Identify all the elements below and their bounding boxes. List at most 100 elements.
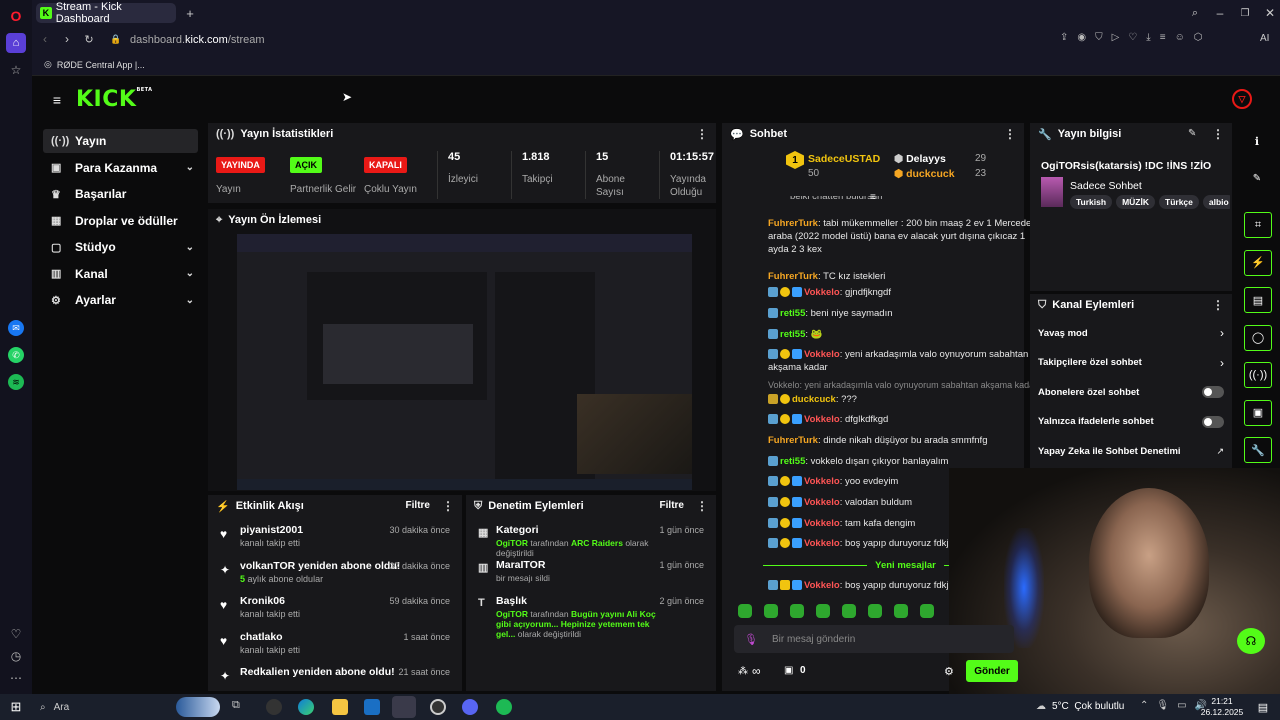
sidebar-item-1[interactable]: ▣ Para Kazanma ⌄: [43, 156, 198, 180]
star-icon[interactable]: ☆: [8, 62, 24, 78]
toggle-switch[interactable]: [1202, 386, 1224, 398]
chat-message[interactable]: Vokkelo: gjndfjkngdf: [768, 286, 1043, 299]
gift-box-icon[interactable]: ▣: [1244, 399, 1272, 426]
channel-action-1[interactable]: Takipçilere özel sohbet ›: [1038, 354, 1224, 372]
pencil-icon[interactable]: ✎: [1244, 168, 1270, 188]
status-badge[interactable]: YAYINDA: [216, 157, 265, 173]
top-gifter-3[interactable]: ⬢ duckcuck: [894, 168, 955, 180]
chat-message[interactable]: reti55: 🐸: [768, 328, 1043, 341]
chat-username[interactable]: reti55: [780, 456, 805, 467]
clock[interactable]: 21:21 26.12.2025: [1196, 696, 1248, 718]
shield-icon[interactable]: ⛉: [1095, 32, 1103, 48]
moderation-title[interactable]: Başlık: [496, 595, 527, 607]
lightning-icon[interactable]: ⚡: [1244, 249, 1272, 276]
edge-icon[interactable]: [298, 699, 314, 715]
more-options-icon[interactable]: ⋮: [696, 127, 708, 141]
windows-start-icon[interactable]: ⊞: [9, 699, 23, 714]
edit-icon[interactable]: ✎: [1188, 128, 1196, 139]
gift-icon[interactable]: ▣: [784, 665, 793, 676]
activity-title[interactable]: Redkalien yeniden abone oldu!: [240, 666, 395, 678]
chat-message[interactable]: FuhrerTurk: TC kız istekleri: [768, 270, 1043, 283]
outlook-icon[interactable]: [364, 699, 380, 715]
network-icon[interactable]: ▭: [1177, 700, 1186, 711]
chevron-down-icon[interactable]: ⌄: [186, 295, 194, 306]
mic-icon[interactable]: 🎙: [1156, 700, 1169, 711]
chat-username[interactable]: Vokkelo: [804, 538, 840, 549]
channel-actions-more-icon[interactable]: ⋮: [1212, 298, 1224, 312]
menu-icon[interactable]: ≡: [1160, 32, 1166, 48]
sidebar-item-2[interactable]: ♛ Başarılar: [43, 182, 198, 206]
hamburger-icon[interactable]: ≡: [50, 92, 64, 108]
toggle-switch[interactable]: [1202, 415, 1224, 428]
emote-icon[interactable]: [764, 604, 778, 618]
chevron-right-icon[interactable]: ›: [1220, 356, 1224, 370]
scan-icon[interactable]: ⌗: [1244, 212, 1272, 238]
sidebar-item-3[interactable]: ▦ Droplar ve ödüller: [43, 209, 198, 233]
chat-username[interactable]: Vokkelo: [804, 580, 840, 591]
tag[interactable]: albio: [1202, 195, 1230, 209]
bookmark-rode[interactable]: ◎ RØDE Central App |...: [44, 59, 145, 70]
activity-title[interactable]: piyanist2001: [240, 524, 303, 536]
chat-username[interactable]: Vokkelo: [804, 518, 840, 529]
close-icon[interactable]: ✕: [1262, 5, 1278, 21]
heart-icon[interactable]: ♡: [8, 626, 24, 642]
status-badge[interactable]: AÇIK: [290, 157, 322, 173]
sidebar-item-5[interactable]: ▥ Kanal ⌄: [43, 262, 198, 286]
messenger-icon[interactable]: ✉: [8, 320, 24, 336]
chat-message[interactable]: FuhrerTurk: dinde nikah düşüyor bu arada…: [768, 434, 1043, 447]
search-tabs-icon[interactable]: ⌕: [1187, 5, 1203, 21]
moderation-more-icon[interactable]: ⋮: [696, 499, 708, 513]
chevron-up-icon[interactable]: ⌃: [1140, 700, 1148, 711]
forward-icon[interactable]: ›: [60, 32, 74, 46]
activity-title[interactable]: Kronik06: [240, 595, 285, 607]
sidebar-item-6[interactable]: ⚙ Ayarlar ⌄: [43, 288, 198, 312]
history-icon[interactable]: ◷: [8, 648, 24, 664]
favorite-icon[interactable]: ♡: [1128, 32, 1137, 48]
moderation-title[interactable]: MaraITOR: [496, 559, 545, 571]
channel-action-0[interactable]: Yavaş mod ›: [1038, 324, 1224, 342]
spotify-icon[interactable]: ≋: [8, 374, 24, 390]
moderation-title[interactable]: Kategori: [496, 524, 539, 536]
activity-title[interactable]: volkanTOR yeniden abone oldu!: [240, 560, 400, 572]
reload-icon[interactable]: ↻: [82, 32, 96, 46]
profile-icon[interactable]: ☺: [1175, 32, 1185, 48]
more-icon[interactable]: ⋯: [8, 670, 24, 686]
chat-settings-icon[interactable]: ⚙: [944, 665, 954, 678]
stream-preview-video[interactable]: [237, 234, 692, 490]
sidebar-item-4[interactable]: ▢ Stüdyo ⌄: [43, 235, 198, 259]
download-icon[interactable]: ⤓: [1146, 32, 1150, 48]
chat-more-icon[interactable]: ⋮: [1004, 127, 1016, 141]
tag[interactable]: MÜZİK: [1116, 195, 1155, 209]
file-explorer-icon[interactable]: [332, 699, 348, 715]
chat-sort-icon[interactable]: ≡: [870, 192, 876, 203]
weather-widget[interactable]: ☁ 5°C Çok bulutlu: [1036, 701, 1124, 712]
ai-button[interactable]: AI: [1260, 33, 1269, 44]
chat-username[interactable]: reti55: [780, 308, 805, 319]
chat-username[interactable]: duckcuck: [792, 394, 836, 405]
emote-icon[interactable]: [868, 604, 882, 618]
chat-username[interactable]: Vokkelo: [804, 349, 840, 360]
chatgpt-icon[interactable]: [266, 699, 282, 715]
emote-icon[interactable]: [894, 604, 908, 618]
channel-action-2[interactable]: Abonelere özel sohbet: [1038, 383, 1224, 401]
back-icon[interactable]: ‹: [38, 32, 52, 46]
task-view-icon[interactable]: ⧉: [232, 699, 248, 715]
camera-icon[interactable]: ◉: [1077, 32, 1086, 48]
activity-title[interactable]: chatlako: [240, 631, 283, 643]
chat-username[interactable]: reti55: [780, 329, 805, 340]
stream-info-more-icon[interactable]: ⋮: [1212, 127, 1224, 141]
mic-icon[interactable]: 🎙: [744, 633, 758, 646]
user-avatar[interactable]: ▽: [1232, 89, 1252, 109]
share-icon[interactable]: ⇪: [1060, 32, 1068, 48]
channel-action-3[interactable]: Yalnızca ifadelerle sohbet: [1038, 413, 1224, 431]
chevron-right-icon[interactable]: ›: [1220, 326, 1224, 340]
tag[interactable]: Turkish: [1070, 195, 1113, 209]
chevron-down-icon[interactable]: ⌄: [186, 162, 194, 173]
notifications-icon[interactable]: ▤: [1256, 700, 1270, 714]
chat-username[interactable]: Vokkelo: [804, 287, 840, 298]
tag[interactable]: Türkçe: [1159, 195, 1199, 209]
chat-message[interactable]: FuhrerTurk: tabi mükemmeller : 200 bin m…: [768, 217, 1043, 256]
extension-icon[interactable]: ⬡: [1194, 32, 1203, 48]
chat-bubble-icon[interactable]: ◯: [1244, 324, 1272, 351]
chat-message[interactable]: Vokkelo: yeni arkadaşımla valo oynuyorum…: [768, 348, 1043, 374]
